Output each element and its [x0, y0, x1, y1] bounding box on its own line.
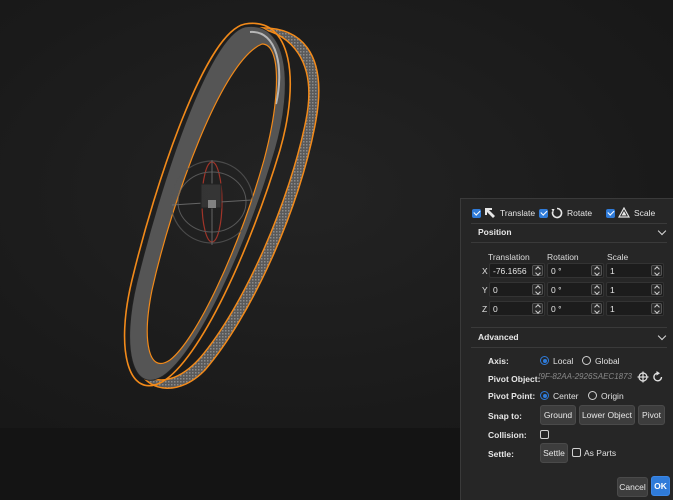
spinner-icon[interactable]: [532, 265, 543, 276]
advanced-title: Advanced: [478, 332, 519, 342]
rotation-y-input[interactable]: 0 °: [547, 282, 604, 297]
scale-y-input[interactable]: 1: [606, 282, 664, 297]
snap-to-label: Snap to:: [488, 411, 522, 421]
axis-x-label: X: [482, 266, 488, 276]
spinner-icon[interactable]: [591, 284, 602, 295]
spinner-icon[interactable]: [532, 284, 543, 295]
rotate-toggle[interactable]: Rotate: [539, 206, 592, 220]
pivot-center-radio[interactable]: [540, 391, 549, 400]
translate-label: Translate: [500, 208, 536, 218]
translation-column-header: Translation: [488, 252, 530, 262]
scene-canvas[interactable]: [0, 0, 460, 428]
rotation-x-value: 0 °: [551, 266, 562, 276]
scale-label: Scale: [634, 208, 656, 218]
collision-label: Collision:: [488, 430, 527, 440]
translate-toggle[interactable]: Translate: [472, 206, 535, 220]
settle-label: Settle:: [488, 449, 514, 459]
rotate-label: Rotate: [567, 208, 593, 218]
pivot-center-label: Center: [553, 391, 579, 401]
scale-z-input[interactable]: 1: [606, 301, 664, 316]
spinner-icon[interactable]: [651, 284, 662, 295]
translation-z-input[interactable]: 0: [489, 301, 545, 316]
snap-ground-button[interactable]: Ground: [540, 405, 576, 425]
translation-y-value: 0: [493, 285, 498, 295]
translate-arrow-icon: [485, 208, 495, 218]
spinner-icon[interactable]: [591, 303, 602, 314]
scale-y-value: 1: [610, 285, 615, 295]
pivot-object-label: Pivot Object:: [488, 374, 541, 384]
axis-y-label: Y: [482, 285, 488, 295]
pivot-object-field[interactable]: 9F-82AA-2926SAEC1873}): [539, 372, 632, 385]
rotation-z-input[interactable]: 0 °: [547, 301, 604, 316]
divider: [471, 242, 667, 243]
axis-label: Axis:: [488, 356, 509, 366]
translation-x-value: -76.1656: [493, 266, 527, 276]
scale-toggle[interactable]: Scale: [606, 206, 655, 220]
spinner-icon[interactable]: [651, 303, 662, 314]
pivot-point-label: Pivot Point:: [488, 391, 536, 401]
axis-z-label: Z: [482, 304, 488, 314]
scale-x-input[interactable]: 1: [606, 263, 664, 278]
snap-lower-object-button[interactable]: Lower Object: [579, 405, 635, 425]
position-title: Position: [478, 227, 512, 237]
translation-z-value: 0: [493, 304, 498, 314]
spinner-icon[interactable]: [532, 303, 543, 314]
scale-column-header: Scale: [607, 252, 629, 262]
snap-pivot-button[interactable]: Pivot: [638, 405, 665, 425]
rotation-y-value: 0 °: [551, 285, 562, 295]
gizmo-scale-handle[interactable]: [208, 200, 216, 208]
axis-local-label: Local: [553, 356, 574, 366]
axis-global-radio[interactable]: [582, 356, 591, 365]
scale-icon: [618, 207, 630, 218]
chevron-down-icon: [657, 331, 667, 341]
translation-x-input[interactable]: -76.1656: [489, 263, 545, 278]
position-section-header[interactable]: Position: [461, 223, 673, 241]
reset-icon[interactable]: [652, 371, 664, 383]
spinner-icon[interactable]: [651, 265, 662, 276]
axis-global-label: Global: [595, 356, 620, 366]
transform-panel: Translate Rotate Scale Position Translat…: [460, 198, 673, 500]
scale-checkbox[interactable]: [606, 208, 615, 218]
translate-checkbox[interactable]: [472, 208, 481, 218]
settle-button[interactable]: Settle: [540, 443, 568, 463]
scale-z-value: 1: [610, 304, 615, 314]
scale-x-value: 1: [610, 266, 615, 276]
rotate-checkbox[interactable]: [539, 208, 548, 218]
divider: [471, 347, 667, 348]
ok-button[interactable]: OK: [651, 476, 670, 496]
rotation-x-input[interactable]: 0 °: [547, 263, 604, 278]
translation-y-input[interactable]: 0: [489, 282, 545, 297]
chevron-down-icon: [657, 226, 667, 236]
crosshair-picker-icon[interactable]: [637, 371, 649, 383]
spinner-icon[interactable]: [591, 265, 602, 276]
as-parts-checkbox[interactable]: [572, 448, 581, 457]
cancel-button[interactable]: Cancel: [617, 477, 648, 497]
rotation-column-header: Rotation: [547, 252, 579, 262]
collision-checkbox[interactable]: [540, 430, 549, 439]
pivot-origin-label: Origin: [601, 391, 624, 401]
pivot-origin-radio[interactable]: [588, 391, 597, 400]
rotation-z-value: 0 °: [551, 304, 562, 314]
rotate-icon: [551, 207, 563, 219]
advanced-section-header[interactable]: Advanced: [461, 328, 673, 346]
axis-local-radio[interactable]: [540, 356, 549, 365]
as-parts-label: As Parts: [584, 448, 617, 458]
